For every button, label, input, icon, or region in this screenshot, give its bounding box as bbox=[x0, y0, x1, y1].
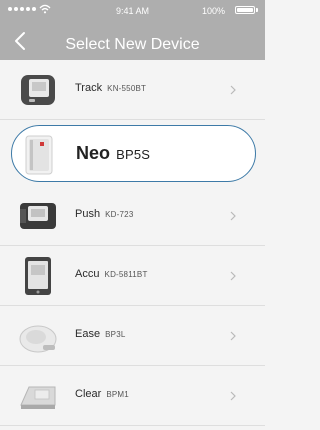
device-label: Accu KD-5811BT bbox=[75, 268, 148, 280]
device-model: BP3L bbox=[105, 330, 126, 339]
tablet-monitor-device-icon bbox=[25, 257, 51, 295]
device-name: Track bbox=[75, 82, 103, 94]
device-model: KD-723 bbox=[105, 210, 134, 219]
device-label: Track KN-550BT bbox=[75, 82, 146, 94]
page-title: Select New Device bbox=[65, 36, 200, 53]
device-label: Push KD-723 bbox=[75, 208, 133, 220]
device-model: BP5S bbox=[116, 147, 151, 162]
chevron-right-icon bbox=[230, 211, 236, 221]
rounded-monitor-device-icon bbox=[19, 325, 57, 353]
battery-percent: 100% bbox=[201, 6, 225, 16]
app-header: 9:41 AM 100% Select New Device bbox=[0, 0, 265, 60]
device-row-clear[interactable]: Clear BPM1 bbox=[0, 366, 265, 426]
device-model: KD-5811BT bbox=[104, 270, 148, 279]
device-name: Neo bbox=[76, 143, 111, 163]
chevron-right-icon bbox=[230, 391, 236, 401]
battery-icon bbox=[235, 6, 255, 14]
status-bar: 9:41 AM 100% bbox=[0, 0, 265, 22]
device-name: Accu bbox=[75, 268, 100, 280]
chevron-right-icon bbox=[230, 271, 236, 281]
device-row-track[interactable]: Track KN-550BT bbox=[0, 60, 265, 120]
device-model: KN-550BT bbox=[107, 84, 147, 93]
device-model: BPM1 bbox=[106, 390, 129, 399]
device-row-neo[interactable]: Neo BP5S bbox=[11, 125, 256, 182]
device-row-accu[interactable]: Accu KD-5811BT bbox=[0, 246, 265, 306]
chevron-right-icon bbox=[230, 85, 236, 95]
device-name: Ease bbox=[75, 328, 101, 340]
device-label: Ease BP3L bbox=[75, 328, 126, 340]
device-label: Neo BP5S bbox=[76, 143, 150, 164]
status-time: 9:41 AM bbox=[115, 6, 150, 16]
device-row-push[interactable]: Push KD-723 bbox=[0, 186, 265, 246]
device-label: Clear BPM1 bbox=[75, 388, 129, 400]
chevron-right-icon bbox=[230, 331, 236, 341]
battery-cap bbox=[256, 8, 258, 12]
arm-cuff-device-icon bbox=[25, 135, 53, 175]
device-list: Track KN-550BT Neo BP5S Push KD-723 Accu… bbox=[0, 60, 265, 430]
device-name: Clear bbox=[75, 388, 102, 400]
device-row-ease[interactable]: Ease BP3L bbox=[0, 306, 265, 366]
desktop-monitor-device-icon bbox=[20, 386, 56, 409]
wrist-monitor-device-icon bbox=[20, 203, 56, 229]
device-name: Push bbox=[75, 208, 101, 220]
wrist-monitor-device-icon bbox=[21, 75, 55, 105]
